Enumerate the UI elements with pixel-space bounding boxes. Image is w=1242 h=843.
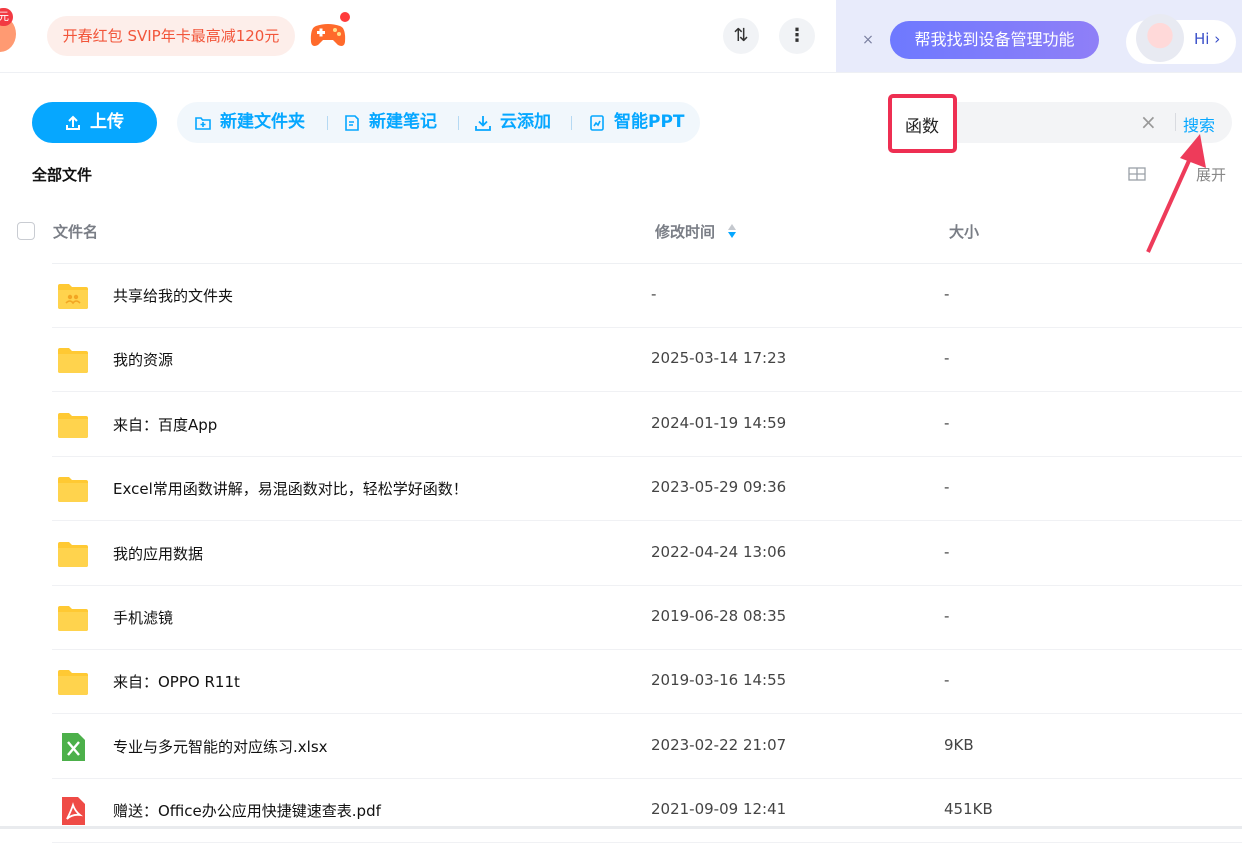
- file-size: -: [944, 478, 950, 497]
- file-row[interactable]: Excel常用函数讲解，易混函数对比，轻松学好函数！ 2023-05-29 09:…: [0, 457, 1242, 522]
- shared-folder-icon: [57, 280, 89, 312]
- top-bar-divider: [0, 72, 1242, 73]
- file-name[interactable]: 我的应用数据: [113, 543, 203, 564]
- new-folder-label: 新建文件夹: [220, 112, 305, 132]
- file-modified-time: 2022-04-24 13:06: [651, 542, 787, 561]
- file-modified-time: 2023-02-22 21:07: [651, 735, 787, 754]
- file-name[interactable]: 专业与多元智能的对应练习.xlsx: [113, 736, 328, 757]
- file-size: -: [944, 542, 950, 561]
- file-row[interactable]: 专业与多元智能的对应练习.xlsx 2023-02-22 21:07 9KB: [0, 715, 1242, 779]
- select-all-checkbox[interactable]: [17, 222, 35, 240]
- file-name[interactable]: 共享给我的文件夹: [113, 285, 233, 306]
- new-note-icon: [345, 115, 359, 131]
- ppt-icon: [590, 115, 604, 131]
- folder-icon: [57, 602, 89, 634]
- assistant-close-icon[interactable]: ×: [858, 30, 878, 50]
- cloud-add-button[interactable]: 云添加: [474, 102, 560, 143]
- file-name[interactable]: 我的资源: [113, 349, 173, 370]
- smart-ppt-button[interactable]: 智能PPT: [588, 102, 688, 143]
- file-name[interactable]: Excel常用函数讲解，易混函数对比，轻松学好函数！: [113, 478, 468, 499]
- file-size: 9KB: [944, 735, 974, 754]
- folder-icon: [57, 666, 89, 698]
- file-row[interactable]: 我的应用数据 2022-04-24 13:06 -: [0, 522, 1242, 586]
- breadcrumb: 全部文件: [32, 166, 93, 184]
- file-name[interactable]: 来自：OPPO R11t: [113, 671, 240, 692]
- file-row[interactable]: 我的资源 2025-03-14 17:23 -: [0, 328, 1242, 393]
- file-size: -: [944, 413, 950, 432]
- file-modified-time: 2021-09-09 12:41: [651, 800, 787, 819]
- assistant-avatar[interactable]: [1136, 14, 1184, 62]
- file-modified-time: 2024-01-19 14:59: [651, 413, 787, 432]
- upload-label: 上传: [90, 112, 124, 132]
- folder-icon: [57, 409, 89, 441]
- assistant-hi-label[interactable]: Hi ›: [1194, 30, 1220, 48]
- folder-icon: [57, 538, 89, 570]
- expand-button[interactable]: 展开: [1196, 164, 1226, 185]
- folder-icon: [57, 344, 89, 376]
- file-modified-time: 2019-06-28 08:35: [651, 607, 787, 625]
- sort-arrows-icon: ⇅: [733, 25, 749, 46]
- new-folder-button[interactable]: 新建文件夹: [194, 102, 314, 143]
- search-input[interactable]: 函数: [905, 112, 939, 137]
- new-note-button[interactable]: 新建笔记: [343, 102, 445, 143]
- file-size: -: [944, 671, 950, 690]
- file-modified-time: 2023-05-29 09:36: [651, 478, 787, 497]
- file-modified-time: -: [651, 285, 657, 303]
- download-icon: [475, 116, 491, 131]
- file-size: -: [944, 607, 950, 625]
- file-row[interactable]: 共享给我的文件夹 - -: [0, 264, 1242, 328]
- sort-toggle-button[interactable]: ⇅: [723, 18, 759, 54]
- toolbar-divider: [458, 116, 459, 130]
- sort-indicator-icon[interactable]: [727, 223, 737, 243]
- file-modified-time: 2025-03-14 17:23: [651, 349, 787, 368]
- file-modified-time: 2019-03-16 14:55: [651, 671, 787, 690]
- notification-dot: [340, 12, 350, 22]
- column-header-name[interactable]: 文件名: [53, 221, 98, 242]
- pdf-file-icon: [57, 795, 89, 827]
- promo-banner[interactable]: 开春红包 SVIP年卡最高减120元: [47, 16, 295, 56]
- file-name[interactable]: 来自：百度App: [113, 414, 217, 435]
- upload-icon: [66, 115, 80, 130]
- smart-ppt-label: 智能PPT: [614, 112, 685, 132]
- file-row[interactable]: 来自：百度App 2024-01-19 14:59 -: [0, 393, 1242, 457]
- assistant-prompt-button[interactable]: 帮我找到设备管理功能: [890, 21, 1099, 59]
- file-row[interactable]: 手机滤镜 2019-06-28 08:35 -: [0, 586, 1242, 650]
- file-name[interactable]: 赠送：Office办公应用快捷键速查表.pdf: [113, 800, 381, 821]
- file-size: 451KB: [944, 800, 993, 819]
- upload-button[interactable]: 上传: [32, 102, 157, 143]
- grid-view-icon[interactable]: [1128, 166, 1146, 186]
- excel-file-icon: [57, 731, 89, 763]
- annotation-arrow-icon: [1140, 128, 1220, 262]
- column-header-modified[interactable]: 修改时间: [655, 221, 715, 242]
- column-header-size[interactable]: 大小: [949, 221, 979, 242]
- file-size: -: [944, 285, 950, 303]
- file-name[interactable]: 手机滤镜: [113, 607, 173, 628]
- cloud-add-label: 云添加: [500, 112, 551, 132]
- file-size: -: [944, 349, 950, 368]
- toolbar-divider: [571, 116, 572, 130]
- file-row[interactable]: 来自：OPPO R11t 2019-03-16 14:55 -: [0, 650, 1242, 715]
- new-folder-icon: [195, 117, 211, 130]
- more-vertical-icon: ⋮: [788, 25, 806, 46]
- folder-icon: [57, 473, 89, 505]
- new-note-label: 新建笔记: [369, 112, 437, 132]
- toolbar-divider: [327, 116, 328, 130]
- more-button[interactable]: ⋮: [779, 18, 815, 54]
- file-row[interactable]: 赠送：Office办公应用快捷键速查表.pdf 2021-09-09 12:41 4…: [0, 779, 1242, 843]
